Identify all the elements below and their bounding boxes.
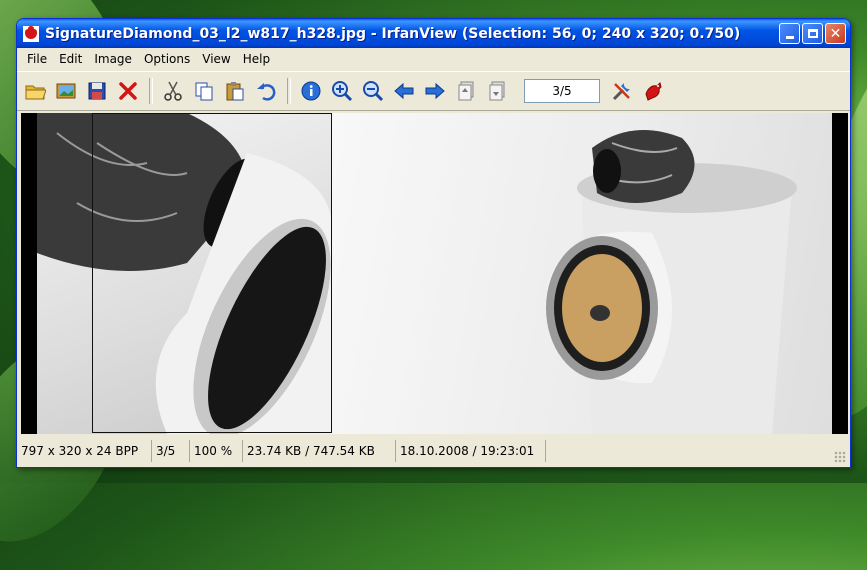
status-filesize: 23.74 KB / 747.54 KB	[243, 440, 396, 462]
exit-icon[interactable]	[639, 77, 667, 105]
zoom-in-icon[interactable]	[328, 77, 356, 105]
speaker-graphic	[546, 130, 797, 434]
caption-buttons: ✕	[779, 23, 846, 44]
next-icon[interactable]	[421, 77, 449, 105]
title-bar[interactable]: SignatureDiamond_03_l2_w817_h328.jpg - I…	[17, 19, 850, 48]
last-page-icon[interactable]	[483, 77, 511, 105]
info-icon[interactable]	[297, 77, 325, 105]
menu-help[interactable]: Help	[237, 50, 276, 68]
cut-icon[interactable]	[159, 77, 187, 105]
menu-file[interactable]: File	[21, 50, 53, 68]
minimize-icon	[785, 36, 794, 39]
menu-edit[interactable]: Edit	[53, 50, 88, 68]
save-icon[interactable]	[83, 77, 111, 105]
image-right-speaker	[332, 113, 832, 434]
resize-grip[interactable]	[834, 451, 846, 463]
open-folder-icon[interactable]	[21, 77, 49, 105]
toolbar: 3/5	[17, 71, 850, 111]
maximize-button[interactable]	[802, 23, 823, 44]
status-datetime: 18.10.2008 / 19:23:01	[396, 440, 546, 462]
paste-icon[interactable]	[221, 77, 249, 105]
page-indicator[interactable]: 3/5	[524, 79, 600, 103]
status-index: 3/5	[152, 440, 190, 462]
image-left-zoomed-speaker	[37, 113, 332, 434]
slideshow-icon[interactable]	[52, 77, 80, 105]
irfanview-window: SignatureDiamond_03_l2_w817_h328.jpg - I…	[16, 18, 851, 468]
maximize-icon	[807, 29, 818, 38]
close-icon: ✕	[829, 25, 842, 42]
zoomed-speaker-graphic	[37, 113, 332, 434]
first-page-icon[interactable]	[452, 77, 480, 105]
minimize-button[interactable]	[779, 23, 800, 44]
window-title: SignatureDiamond_03_l2_w817_h328.jpg - I…	[45, 25, 741, 42]
copy-icon[interactable]	[190, 77, 218, 105]
irfanview-app-icon[interactable]	[23, 25, 39, 42]
menu-options[interactable]: Options	[138, 50, 196, 68]
settings-icon[interactable]	[608, 77, 636, 105]
toolbar-separator	[149, 78, 153, 104]
status-bar: 797 x 320 x 24 BPP 3/5 100 % 23.74 KB / …	[17, 435, 850, 467]
menu-bar: File Edit Image Options View Help	[17, 48, 850, 70]
status-dimensions: 797 x 320 x 24 BPP	[17, 440, 152, 462]
toolbar-separator	[287, 78, 291, 104]
status-zoom: 100 %	[190, 440, 243, 462]
delete-icon[interactable]	[114, 77, 142, 105]
close-button[interactable]: ✕	[825, 23, 846, 44]
undo-icon[interactable]	[252, 77, 280, 105]
menu-image[interactable]: Image	[88, 50, 138, 68]
image-viewer[interactable]	[21, 113, 848, 434]
zoom-out-icon[interactable]	[359, 77, 387, 105]
previous-icon[interactable]	[390, 77, 418, 105]
menu-view[interactable]: View	[196, 50, 236, 68]
